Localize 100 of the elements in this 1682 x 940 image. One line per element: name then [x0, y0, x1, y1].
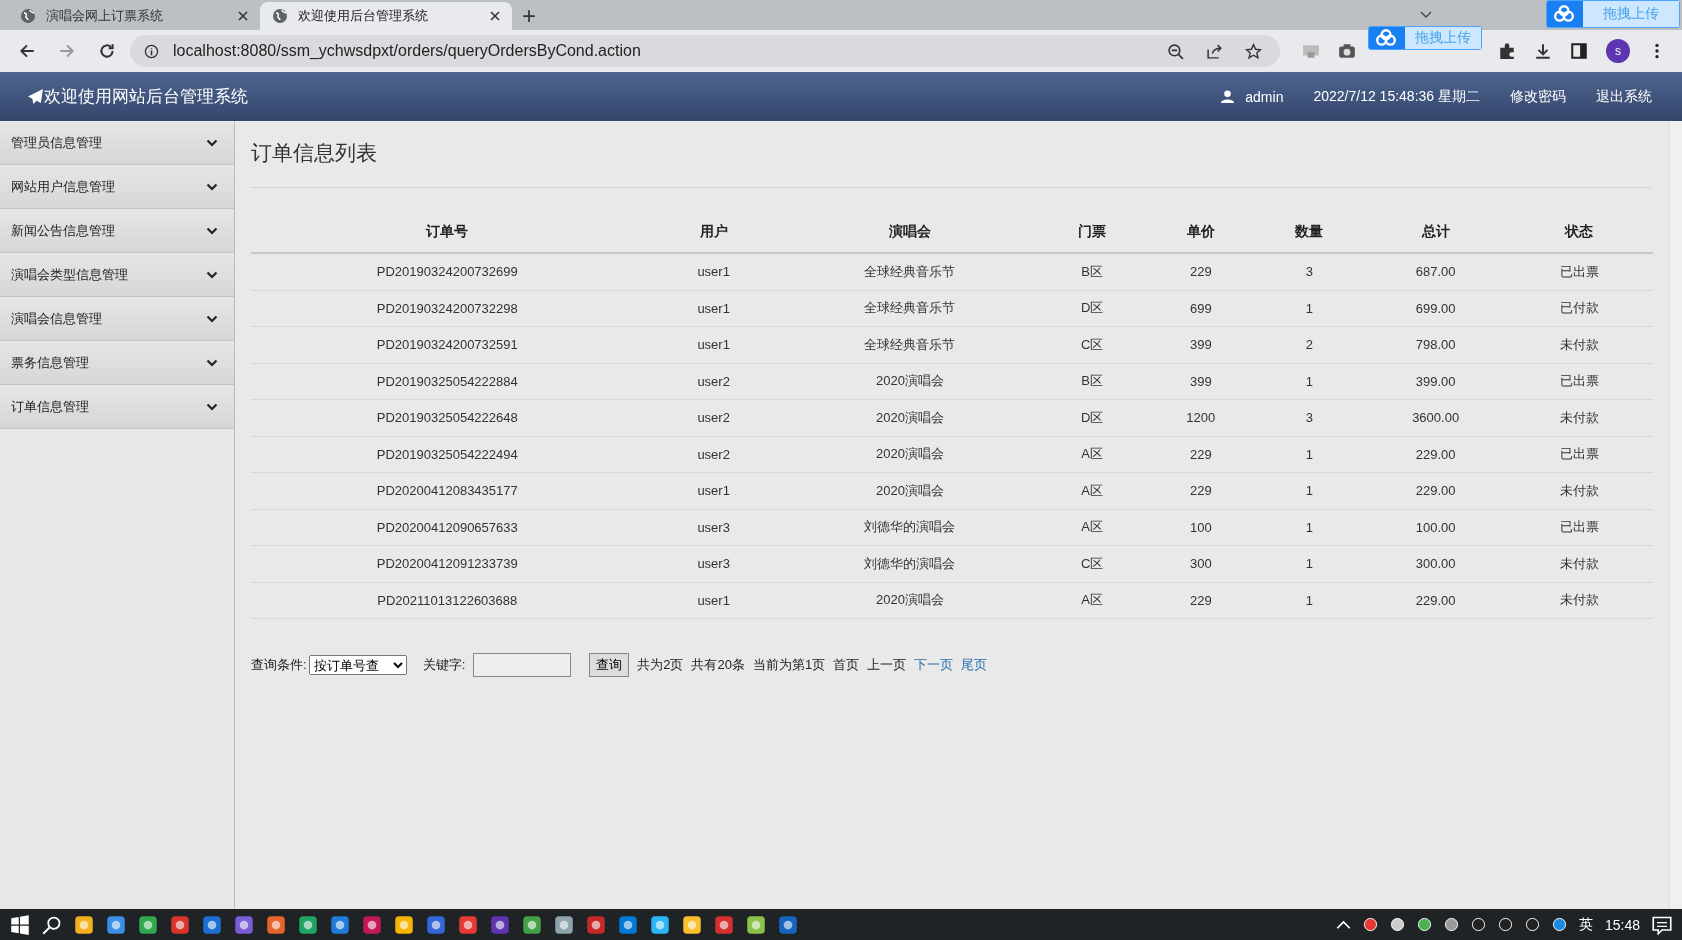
table-cell: 399: [1148, 326, 1254, 363]
table-cell: 已出票: [1505, 253, 1653, 290]
table-cell: A区: [1036, 436, 1149, 473]
scrollbar[interactable]: [1669, 121, 1682, 909]
share-icon[interactable]: [1206, 42, 1223, 60]
sidebar-item[interactable]: 订单信息管理: [0, 385, 234, 429]
chevron-down-icon: [206, 226, 218, 235]
sidebar-item[interactable]: 演唱会信息管理: [0, 297, 234, 341]
download-icon[interactable]: [1534, 42, 1552, 60]
table-cell: 687.00: [1365, 253, 1506, 290]
app-icon[interactable]: [522, 914, 542, 935]
table-cell: D区: [1036, 290, 1149, 327]
app-icon[interactable]: [682, 914, 702, 935]
browser-tab[interactable]: 演唱会网上订票系统: [8, 2, 260, 30]
reload-icon[interactable]: [98, 42, 116, 60]
table-cell: 未付款: [1505, 399, 1653, 436]
close-icon[interactable]: [490, 11, 500, 21]
input-method[interactable]: 英: [1578, 915, 1593, 934]
sidebar-item[interactable]: 网站用户信息管理: [0, 165, 234, 209]
clock[interactable]: 15:48: [1604, 916, 1640, 933]
back-icon[interactable]: [18, 42, 36, 60]
app-icon[interactable]: [778, 914, 798, 935]
sidebar-item[interactable]: 管理员信息管理: [0, 121, 234, 165]
close-icon[interactable]: [238, 11, 248, 21]
app-icon[interactable]: [106, 914, 126, 935]
table-cell: 699: [1148, 290, 1254, 327]
table-cell: 3: [1253, 399, 1366, 436]
app-icon[interactable]: [394, 914, 414, 935]
app-icon[interactable]: [426, 914, 446, 935]
keyword-input[interactable]: [473, 653, 572, 677]
tray-icon[interactable]: [1470, 917, 1486, 932]
app-icon[interactable]: [74, 914, 94, 935]
notification-icon[interactable]: [1652, 914, 1672, 935]
app-icon[interactable]: [266, 914, 286, 935]
windows-start-icon[interactable]: [10, 914, 30, 935]
tray-icon[interactable]: [1497, 917, 1513, 932]
chevron-down-icon: [206, 270, 218, 279]
table-cell: C区: [1036, 545, 1149, 582]
chevron-down-icon: [206, 358, 218, 367]
tray-icon[interactable]: [1443, 917, 1459, 932]
puzzle-icon[interactable]: [1498, 42, 1516, 60]
query-button[interactable]: 查询: [589, 653, 630, 677]
table-cell: 1: [1253, 436, 1366, 473]
side-panel-icon[interactable]: [1570, 42, 1588, 60]
app-icon[interactable]: [714, 914, 734, 935]
table-cell: B区: [1036, 363, 1149, 400]
query-select[interactable]: 按订单号查: [308, 655, 407, 675]
sidebar-item[interactable]: 新闻公告信息管理: [0, 209, 234, 253]
app-icon[interactable]: [618, 914, 638, 935]
sidebar-item[interactable]: 演唱会类型信息管理: [0, 253, 234, 297]
new-tab-button[interactable]: +: [512, 2, 546, 30]
app-icon[interactable]: [746, 914, 766, 935]
table-cell: 229.00: [1365, 436, 1506, 473]
chevron-down-icon[interactable]: [1420, 11, 1432, 19]
table-cell: 699.00: [1365, 290, 1506, 327]
app-icon[interactable]: [298, 914, 318, 935]
browser-tab[interactable]: 欢迎使用后台管理系统: [260, 2, 512, 30]
pager-link[interactable]: 下一页: [914, 656, 954, 674]
table-cell: PD20190324200732591: [251, 326, 644, 363]
tray-icon[interactable]: [1416, 917, 1432, 932]
header-link[interactable]: 修改密码: [1510, 87, 1566, 106]
sidebar-item[interactable]: 票务信息管理: [0, 341, 234, 385]
app-icon[interactable]: [586, 914, 606, 935]
table-cell: 1: [1253, 363, 1366, 400]
table-cell: D区: [1036, 399, 1149, 436]
app-icon[interactable]: [138, 914, 158, 935]
chevron-down-icon: [206, 138, 218, 147]
date-time: 2022/7/12 15:48:36 星期二: [1313, 87, 1480, 106]
app-icon[interactable]: [554, 914, 574, 935]
tray-icon[interactable]: [1524, 917, 1540, 932]
cloud-icon: [1375, 29, 1397, 47]
table-cell: PD20190324200732298: [251, 290, 644, 327]
header-link[interactable]: 退出系统: [1596, 87, 1652, 106]
search-icon[interactable]: [42, 914, 62, 935]
table-cell: user1: [643, 290, 784, 327]
tray-icon[interactable]: [1389, 917, 1405, 932]
app-icon[interactable]: [170, 914, 190, 935]
app-icon[interactable]: [330, 914, 350, 935]
app-icon[interactable]: [458, 914, 478, 935]
globe-icon: [272, 8, 288, 24]
pager-link[interactable]: 尾页: [961, 656, 988, 674]
pager-link: 首页: [833, 656, 860, 674]
camera-icon[interactable]: [1338, 42, 1356, 60]
app-icon[interactable]: [234, 914, 254, 935]
table-cell: user1: [643, 253, 784, 290]
app-icon[interactable]: [490, 914, 510, 935]
star-icon[interactable]: [1245, 42, 1262, 60]
app-icon[interactable]: [362, 914, 382, 935]
table-cell: 1: [1253, 509, 1366, 546]
table-cell: PD20200412091233739: [251, 545, 644, 582]
app-icon[interactable]: [650, 914, 670, 935]
table-cell: 1: [1253, 545, 1366, 582]
table-cell: 已出票: [1505, 363, 1653, 400]
cloud-icon: [1553, 5, 1575, 23]
app-icon[interactable]: [202, 914, 222, 935]
tray-icon[interactable]: [1551, 917, 1567, 932]
zoom-out-icon[interactable]: [1167, 42, 1184, 60]
address-bar[interactable]: localhost:8080/ssm_ychwsdpxt/orders/queryOrdersByCond.action: [130, 35, 1280, 67]
profile-avatar[interactable]: s: [1606, 39, 1630, 63]
tray-icon[interactable]: [1362, 917, 1378, 932]
